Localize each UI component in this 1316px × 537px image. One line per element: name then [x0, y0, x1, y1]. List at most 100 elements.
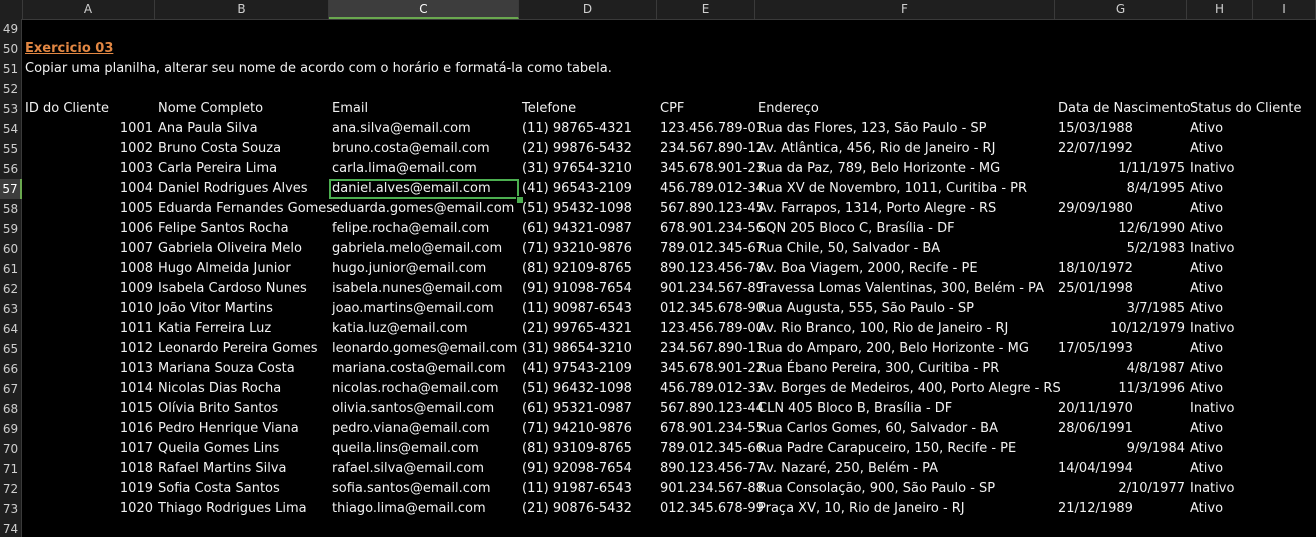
client-birthdate-cell[interactable]: 9/9/1984	[1055, 439, 1185, 459]
row-header[interactable]: 64	[0, 319, 22, 339]
active-cell-selection[interactable]	[329, 179, 519, 199]
client-status-cell[interactable]: Ativo	[1190, 379, 1254, 399]
client-name-cell[interactable]: Carla Pereira Lima	[158, 159, 328, 179]
client-phone-cell[interactable]: (61) 95321-0987	[522, 399, 656, 419]
client-address-cell[interactable]: Rua Ébano Pereira, 300, Curitiba - PR	[758, 359, 1054, 379]
client-id-cell[interactable]: 1009	[22, 279, 153, 299]
client-email-cell[interactable]: sofia.santos@email.com	[332, 479, 518, 499]
column-header-b[interactable]: B	[155, 0, 329, 19]
client-status-cell[interactable]: Ativo	[1190, 179, 1254, 199]
client-cpf-cell[interactable]: 345.678.901-22	[660, 359, 764, 379]
client-phone-cell[interactable]: (41) 97543-2109	[522, 359, 656, 379]
row-header[interactable]: 56	[0, 159, 22, 179]
client-email-cell[interactable]: pedro.viana@email.com	[332, 419, 518, 439]
row-header[interactable]: 54	[0, 119, 22, 139]
client-id-cell[interactable]: 1003	[22, 159, 153, 179]
client-birthdate-cell[interactable]: 8/4/1995	[1055, 179, 1185, 199]
column-header-a[interactable]: A	[22, 0, 155, 19]
client-status-cell[interactable]: Inativo	[1190, 479, 1254, 499]
client-cpf-cell[interactable]: 789.012.345-66	[660, 439, 764, 459]
client-birthdate-cell[interactable]: 21/12/1989	[1058, 499, 1186, 519]
client-status-cell[interactable]: Ativo	[1190, 499, 1254, 519]
client-name-cell[interactable]: Felipe Santos Rocha	[158, 219, 328, 239]
client-email-cell[interactable]: joao.martins@email.com	[332, 299, 518, 319]
client-birthdate-cell[interactable]: 1/11/1975	[1055, 159, 1185, 179]
client-birthdate-cell[interactable]: 29/09/1980	[1058, 199, 1186, 219]
row-header[interactable]: 61	[0, 259, 22, 279]
client-id-cell[interactable]: 1019	[22, 479, 153, 499]
client-id-cell[interactable]: 1006	[22, 219, 153, 239]
column-header-g[interactable]: G	[1055, 0, 1187, 19]
row-header[interactable]: 70	[0, 439, 22, 459]
client-phone-cell[interactable]: (81) 92109-8765	[522, 259, 656, 279]
client-name-cell[interactable]: Rafael Martins Silva	[158, 459, 328, 479]
client-name-cell[interactable]: João Vitor Martins	[158, 299, 328, 319]
client-birthdate-cell[interactable]: 15/03/1988	[1058, 119, 1186, 139]
row-header[interactable]: 71	[0, 459, 22, 479]
client-status-cell[interactable]: Ativo	[1190, 459, 1254, 479]
row-header[interactable]: 69	[0, 419, 22, 439]
client-cpf-cell[interactable]: 012.345.678-99	[660, 499, 764, 519]
client-address-cell[interactable]: Av. Atlântica, 456, Rio de Janeiro - RJ	[758, 139, 1054, 159]
client-phone-cell[interactable]: (31) 97654-3210	[522, 159, 656, 179]
client-phone-cell[interactable]: (71) 94210-9876	[522, 419, 656, 439]
client-phone-cell[interactable]: (11) 91987-6543	[522, 479, 656, 499]
client-phone-cell[interactable]: (21) 99765-4321	[522, 319, 656, 339]
client-phone-cell[interactable]: (71) 93210-9876	[522, 239, 656, 259]
client-cpf-cell[interactable]: 901.234.567-89	[660, 279, 764, 299]
client-birthdate-cell[interactable]: 5/2/1983	[1055, 239, 1185, 259]
client-email-cell[interactable]: carla.lima@email.com	[332, 159, 518, 179]
client-status-cell[interactable]: Inativo	[1190, 319, 1254, 339]
client-name-cell[interactable]: Nicolas Dias Rocha	[158, 379, 328, 399]
client-address-cell[interactable]: Av. Rio Branco, 100, Rio de Janeiro - RJ	[758, 319, 1054, 339]
client-cpf-cell[interactable]: 678.901.234-55	[660, 419, 764, 439]
row-header[interactable]: 62	[0, 279, 22, 299]
client-birthdate-cell[interactable]: 25/01/1998	[1058, 279, 1186, 299]
client-cpf-cell[interactable]: 789.012.345-67	[660, 239, 764, 259]
row-header[interactable]: 49	[0, 19, 22, 39]
client-cpf-cell[interactable]: 234.567.890-12	[660, 139, 764, 159]
client-name-cell[interactable]: Pedro Henrique Viana	[158, 419, 328, 439]
table-header-cell[interactable]: Nome Completo	[158, 99, 318, 119]
client-email-cell[interactable]: isabela.nunes@email.com	[332, 279, 518, 299]
row-header[interactable]: 50	[0, 39, 22, 59]
client-name-cell[interactable]: Daniel Rodrigues Alves	[158, 179, 328, 199]
client-status-cell[interactable]: Inativo	[1190, 239, 1254, 259]
client-status-cell[interactable]: Ativo	[1190, 279, 1254, 299]
fill-handle[interactable]	[516, 196, 524, 204]
client-status-cell[interactable]: Inativo	[1190, 399, 1254, 419]
client-id-cell[interactable]: 1011	[22, 319, 153, 339]
client-name-cell[interactable]: Ana Paula Silva	[158, 119, 328, 139]
client-birthdate-cell[interactable]: 18/10/1972	[1058, 259, 1186, 279]
client-name-cell[interactable]: Queila Gomes Lins	[158, 439, 328, 459]
client-birthdate-cell[interactable]: 10/12/1979	[1055, 319, 1185, 339]
client-email-cell[interactable]: felipe.rocha@email.com	[332, 219, 518, 239]
client-name-cell[interactable]: Hugo Almeida Junior	[158, 259, 328, 279]
client-phone-cell[interactable]: (91) 91098-7654	[522, 279, 656, 299]
client-address-cell[interactable]: Rua Padre Carapuceiro, 150, Recife - PE	[758, 439, 1054, 459]
client-address-cell[interactable]: SQN 205 Bloco C, Brasília - DF	[758, 219, 1054, 239]
client-birthdate-cell[interactable]: 3/7/1985	[1055, 299, 1185, 319]
client-status-cell[interactable]: Ativo	[1190, 439, 1254, 459]
client-birthdate-cell[interactable]: 17/05/1993	[1058, 339, 1186, 359]
client-status-cell[interactable]: Ativo	[1190, 359, 1254, 379]
client-id-cell[interactable]: 1016	[22, 419, 153, 439]
row-header[interactable]: 66	[0, 359, 22, 379]
client-status-cell[interactable]: Ativo	[1190, 219, 1254, 239]
client-address-cell[interactable]: Rua Augusta, 555, São Paulo - SP	[758, 299, 1054, 319]
row-header[interactable]: 73	[0, 499, 22, 519]
client-address-cell[interactable]: Rua do Amparo, 200, Belo Horizonte - MG	[758, 339, 1054, 359]
row-header[interactable]: 55	[0, 139, 22, 159]
row-header[interactable]: 63	[0, 299, 22, 319]
client-birthdate-cell[interactable]: 14/04/1994	[1058, 459, 1186, 479]
client-birthdate-cell[interactable]: 2/10/1977	[1055, 479, 1185, 499]
client-cpf-cell[interactable]: 890.123.456-78	[660, 259, 764, 279]
client-id-cell[interactable]: 1015	[22, 399, 153, 419]
client-phone-cell[interactable]: (51) 95432-1098	[522, 199, 656, 219]
client-id-cell[interactable]: 1001	[22, 119, 153, 139]
client-id-cell[interactable]: 1012	[22, 339, 153, 359]
client-id-cell[interactable]: 1004	[22, 179, 153, 199]
client-status-cell[interactable]: Ativo	[1190, 199, 1254, 219]
client-email-cell[interactable]: rafael.silva@email.com	[332, 459, 518, 479]
client-address-cell[interactable]: Rua das Flores, 123, São Paulo - SP	[758, 119, 1054, 139]
